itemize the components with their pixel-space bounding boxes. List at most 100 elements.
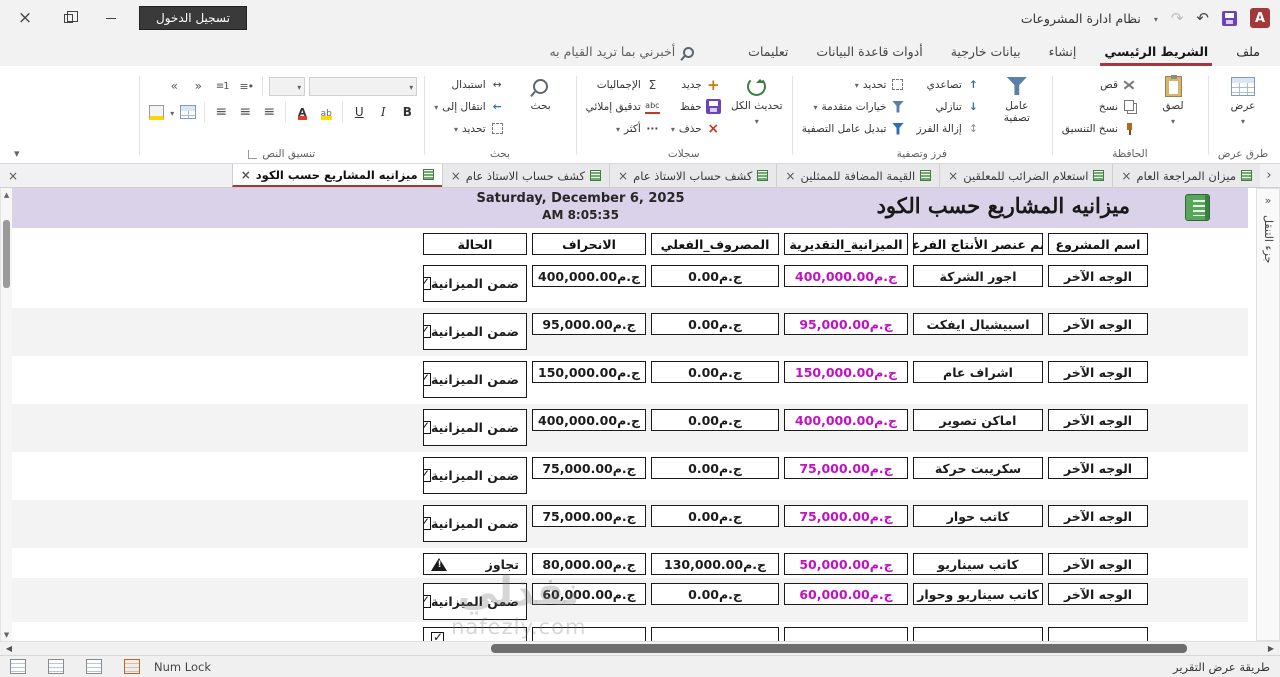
close-tab-icon[interactable] [1121, 169, 1131, 183]
cell-actual[interactable]: ج.م0.00 [651, 457, 779, 479]
cell-budget[interactable]: ج.م150,000.00 [784, 361, 908, 383]
font-size-combo[interactable] [269, 76, 306, 96]
cell-deviation[interactable]: ج.م80,000.00 [532, 553, 646, 575]
cell-actual[interactable]: ج.م0.00 [651, 313, 779, 335]
tell-me-box[interactable]: أخبرني بما تريد القيام به [549, 38, 695, 66]
fill-color-icon[interactable] [148, 104, 164, 120]
document-tab[interactable]: ميزانيه المشاريع حسب الكود [231, 164, 442, 187]
close-tab-icon[interactable] [618, 169, 628, 183]
cell-actual[interactable]: ج.م0.00 [651, 505, 779, 527]
save-icon[interactable] [1222, 10, 1237, 26]
cell-actual[interactable]: ج.م0.00 [651, 583, 779, 605]
cell-status[interactable]: ضمن الميزانية [423, 457, 527, 494]
cell-deviation[interactable]: ج.م150,000.00 [532, 361, 646, 383]
column-header-element[interactable]: اسم عنصر الأنتاج الفرعى [913, 233, 1043, 255]
totals-button[interactable]: الإجماليات [583, 74, 663, 95]
cell-project-name[interactable]: الوجه الآخر [1048, 457, 1148, 479]
cell-budget[interactable]: ج.م75,000.00 [784, 505, 908, 527]
cell-project-name[interactable]: الوجه الآخر [1048, 505, 1148, 527]
scroll-left-icon[interactable] [0, 642, 18, 655]
save-record-button[interactable]: حفظ [668, 96, 724, 117]
cell-status[interactable]: ضمن الميزانية [423, 265, 527, 302]
cell-status[interactable]: ضمن الميزانية [423, 313, 527, 350]
cell-actual[interactable]: ج.م0.00 [651, 265, 779, 287]
ribbon-tab[interactable]: الشريط الرئيسي [1090, 38, 1222, 66]
scroll-right-icon[interactable] [1262, 642, 1280, 655]
cell-deviation[interactable]: ج.م95,000.00 [532, 313, 646, 335]
column-header-budget[interactable]: الميزانية_التقديرية [784, 233, 908, 255]
cell-project-name[interactable]: الوجه الآخر [1048, 361, 1148, 383]
cell-budget[interactable]: ج.م400,000.00 [784, 265, 908, 287]
view-button[interactable]: عرض [1215, 71, 1271, 127]
cell-project-name[interactable]: الوجه الآخر [1048, 553, 1148, 575]
print-preview-button[interactable] [86, 659, 102, 674]
decrease-indent-button[interactable] [188, 77, 208, 96]
tab-file[interactable]: ملف [1222, 38, 1274, 66]
customize-toolbar-chevron-icon[interactable] [1154, 11, 1158, 25]
bold-button[interactable] [397, 103, 417, 122]
spelling-button[interactable]: تدقيق إملائي [583, 96, 663, 117]
remove-sort-button[interactable]: إزالة الفرز [913, 118, 983, 139]
scroll-up-icon[interactable] [1, 188, 12, 201]
scrollbar-track[interactable] [18, 642, 1262, 655]
new-record-button[interactable]: جديد [668, 74, 724, 95]
restore-button[interactable] [53, 6, 83, 30]
cell-status[interactable]: ضمن الميزانية [423, 505, 527, 542]
cell-deviation[interactable]: ج.م60,000.00 [532, 583, 646, 605]
scroll-down-icon[interactable] [1, 628, 12, 641]
underline-button[interactable] [349, 103, 369, 122]
minimize-button[interactable] [96, 6, 126, 30]
cell-project-name[interactable]: الوجه الآخر [1048, 409, 1148, 431]
cell-element-name[interactable]: اسبيشيال ايفكت [913, 313, 1043, 335]
sort-ascending-button[interactable]: تصاعدي [913, 74, 983, 95]
paste-button[interactable]: لصق [1145, 71, 1201, 127]
increase-indent-button[interactable] [164, 77, 184, 96]
document-tab[interactable]: استعلام الضرائب للمعلقين [939, 164, 1113, 187]
ribbon-tab[interactable]: تعليمات [734, 38, 802, 66]
font-color-icon[interactable] [298, 105, 307, 120]
close-tab-icon[interactable] [241, 168, 251, 182]
expand-nav-pane-icon[interactable] [1257, 193, 1279, 207]
close-document-button[interactable] [2, 164, 24, 187]
column-header-actual[interactable]: المصروف_الفعلي [651, 233, 779, 255]
cell-element-name[interactable]: اماكن تصوير [913, 409, 1043, 431]
undo-icon[interactable] [1196, 9, 1209, 27]
sort-descending-button[interactable]: تنازلي [913, 96, 983, 117]
report-view-button[interactable] [124, 659, 140, 674]
ribbon-tab[interactable]: أدوات قاعدة البيانات [802, 38, 936, 66]
advanced-filter-button[interactable]: خيارات متقدمة [799, 96, 909, 117]
column-header-deviation[interactable]: الانحراف [532, 233, 646, 255]
italic-button[interactable] [373, 103, 393, 122]
refresh-all-button[interactable]: تحديث الكل [729, 71, 785, 127]
cell-status[interactable]: تجاوز [423, 553, 527, 575]
filter-button[interactable]: عامل تصفية [989, 71, 1045, 124]
goto-button[interactable]: انتقال إلى [431, 96, 507, 117]
cell-element-name[interactable]: اشراف عام [913, 361, 1043, 383]
vertical-scrollbar[interactable] [0, 188, 12, 641]
scrollbar-thumb[interactable] [3, 220, 10, 288]
cell-actual[interactable]: ج.م0.00 [651, 361, 779, 383]
cell-status[interactable]: ضمن الميزانية [423, 361, 527, 398]
document-tab[interactable]: كشف حساب الاستاذ عام [441, 164, 610, 187]
cell-deviation[interactable]: ج.م400,000.00 [532, 265, 646, 287]
document-tab[interactable]: ميزان المراجعة العام [1112, 164, 1260, 187]
more-button[interactable]: أكثر [583, 118, 663, 139]
document-tab[interactable]: كشف حساب الاستاذ عام [609, 164, 777, 187]
cell-budget[interactable]: ج.م75,000.00 [784, 457, 908, 479]
horizontal-scrollbar[interactable] [0, 641, 1280, 655]
layout-view-button[interactable] [48, 659, 64, 674]
toggle-filter-button[interactable]: تبديل عامل التصفية [799, 118, 909, 139]
cell-actual[interactable]: ج.م0.00 [651, 409, 779, 431]
collapse-ribbon-button[interactable] [14, 146, 20, 160]
cell-element-name[interactable]: سكريبت حركة [913, 457, 1043, 479]
cell-project-name[interactable]: الوجه الآخر [1048, 265, 1148, 287]
close-tab-icon[interactable] [948, 169, 958, 183]
scrollbar-thumb[interactable] [490, 644, 1188, 653]
cell-budget[interactable]: ج.م400,000.00 [784, 409, 908, 431]
align-right-button[interactable] [259, 103, 279, 122]
replace-button[interactable]: استبدال [431, 74, 507, 95]
font-name-combo[interactable] [309, 76, 418, 96]
gridlines-icon[interactable] [180, 105, 197, 119]
cell-status[interactable]: ضمن الميزانية [423, 583, 527, 620]
bullet-list-button[interactable] [236, 77, 256, 96]
